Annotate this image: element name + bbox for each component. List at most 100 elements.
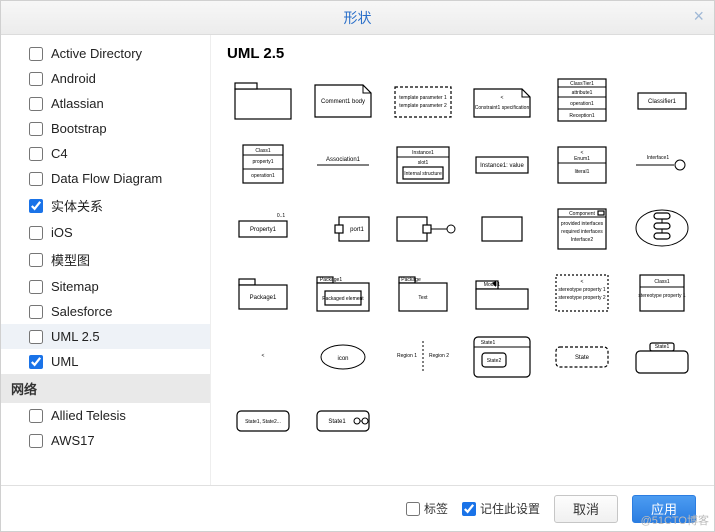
dialog-body: Active Directory Android AtlassianBootstra… — [1, 35, 714, 485]
sidebar-item-android[interactable]: Android — [1, 66, 210, 91]
shape-region[interactable]: Region 1Region 2 — [387, 328, 459, 384]
sidebar-checkbox[interactable] — [29, 226, 43, 240]
shape-component[interactable]: Componentprovided interfacesrequired int… — [546, 200, 618, 256]
sidebar-item-allied-telesis[interactable]: Allied Telesis — [1, 403, 210, 428]
sidebar-checkbox[interactable] — [29, 72, 43, 86]
shape-template-params[interactable]: template parameter 1template parameter 2 — [387, 72, 459, 128]
svg-text:Interface2: Interface2 — [571, 237, 593, 243]
svg-text:<>: <> — [501, 95, 504, 101]
sidebar-checkbox[interactable] — [29, 172, 43, 186]
shape-state-tab[interactable]: State1 — [626, 328, 698, 384]
svg-text:port1: port1 — [350, 227, 364, 233]
remember-text: 记住此设置 — [480, 500, 540, 517]
shape-package-nested[interactable]: Package1Packaged element — [307, 264, 379, 320]
svg-text:Comment1 body: Comment1 body — [321, 99, 365, 105]
svg-text:Package1: Package1 — [250, 295, 277, 301]
sidebar-checkbox[interactable] — [29, 122, 43, 136]
sidebar-item-c4[interactable]: C4 — [1, 141, 210, 166]
sidebar-checkbox[interactable] — [29, 330, 43, 344]
shape-constraint[interactable]: <>Constraint1 specification — [467, 72, 539, 128]
sidebar-item-data-flow-diagram[interactable]: Data Flow Diagram — [1, 166, 210, 191]
sidebar-checkbox[interactable] — [29, 409, 43, 423]
svg-text:Model1: Model1 — [484, 282, 501, 288]
shape-port-conn[interactable] — [387, 200, 459, 256]
shape-state-link[interactable]: State1 — [307, 392, 379, 448]
sidebar-item-label: Android — [51, 71, 96, 86]
shape-simple-rect[interactable] — [467, 200, 539, 256]
sidebar-item-active-directory[interactable]: Active Directory — [1, 41, 210, 66]
shape-package1[interactable]: Package1 — [227, 264, 299, 320]
svg-text:Package: Package — [401, 277, 421, 283]
svg-text:provided interfaces: provided interfaces — [561, 221, 604, 227]
sidebar-checkbox[interactable] — [29, 199, 43, 213]
shape-class-stereo[interactable]: Class1 stereotype property 1 — [626, 264, 698, 320]
shape-flow-oval[interactable] — [626, 200, 698, 256]
svg-text:State: State — [575, 355, 590, 361]
shape-preview-pane: UML 2.5 Comment1 bodytemplate parameter … — [211, 35, 714, 485]
shape-instance-value[interactable]: Instance1: value — [467, 136, 539, 192]
shape-enumeration[interactable]: <>Enum1literal1 — [546, 136, 618, 192]
shape-category-list[interactable]: Active Directory Android AtlassianBootstra… — [1, 35, 211, 485]
sidebar-item--[interactable]: 实体关系 — [1, 191, 210, 220]
svg-text:State1: State1 — [328, 419, 346, 425]
svg-text:Package1: Package1 — [320, 277, 342, 283]
sidebar-item-atlassian[interactable]: Atlassian — [1, 91, 210, 116]
svg-text:template parameter 1: template parameter 1 — [399, 95, 447, 101]
shape-package-test[interactable]: PackageText — [387, 264, 459, 320]
sidebar-checkbox[interactable] — [29, 434, 43, 448]
svg-text:Class1: Class1 — [654, 279, 670, 285]
shape-comment-note[interactable]: Comment1 body — [307, 72, 379, 128]
sidebar-item-label: Sitemap — [51, 279, 99, 294]
shape-model[interactable]: Model1 — [467, 264, 539, 320]
apply-button[interactable]: 应用 — [632, 495, 696, 523]
svg-text:stereotype property 1: stereotype property 1 — [638, 293, 685, 299]
sidebar-item-uml[interactable]: UML — [1, 349, 210, 374]
sidebar-item-uml-2-5[interactable]: UML 2.5 — [1, 324, 210, 349]
labels-toggle[interactable]: 标签 — [406, 500, 448, 517]
shape-stereotype-props[interactable]: <>stereotype property 1stereotype proper… — [546, 264, 618, 320]
sidebar-checkbox[interactable] — [29, 147, 43, 161]
shapes-dialog: 形状 × Active DirectoryAndroidAtlassianBoo… — [0, 0, 715, 532]
shape-icon-oval[interactable]: icon — [307, 328, 379, 384]
sidebar-item-label: Data Flow Diagram — [51, 171, 162, 186]
sidebar-item-label: C4 — [51, 146, 68, 161]
sidebar-checkbox[interactable] — [29, 355, 43, 369]
svg-text:required interfaces: required interfaces — [562, 229, 604, 235]
shape-package-folder[interactable] — [227, 72, 299, 128]
sidebar-item-label: Allied Telesis — [51, 408, 126, 423]
sidebar-checkbox[interactable] — [29, 305, 43, 319]
sidebar-checkbox[interactable] — [29, 47, 43, 61]
sidebar-item-salesforce[interactable]: Salesforce — [1, 299, 210, 324]
sidebar-checkbox[interactable] — [29, 253, 43, 267]
cancel-button[interactable]: 取消 — [554, 495, 618, 523]
labels-checkbox[interactable] — [406, 502, 420, 516]
sidebar-item-ios[interactable]: iOS — [1, 220, 210, 245]
sidebar-item-label: AWS17 — [51, 433, 95, 448]
shape-class-full[interactable]: ClassTier1attribute1operation1Reception1 — [546, 72, 618, 128]
shape-stereotype-line[interactable]: <> — [227, 328, 299, 384]
shape-association[interactable]: Association1 — [307, 136, 379, 192]
sidebar-item-sitemap[interactable]: Sitemap — [1, 274, 210, 299]
shape-instance-struct[interactable]: Instance1slot1Internal structure — [387, 136, 459, 192]
sidebar-checkbox[interactable] — [29, 280, 43, 294]
sidebar-checkbox[interactable] — [29, 97, 43, 111]
sidebar-item--[interactable]: 模型图 — [1, 245, 210, 274]
shape-state-dashed[interactable]: State — [546, 328, 618, 384]
close-icon[interactable]: × — [693, 7, 704, 25]
sidebar-item-bootstrap[interactable]: Bootstrap — [1, 116, 210, 141]
shape-state-sub[interactable]: State1, State2... — [227, 392, 299, 448]
sidebar-item-label: UML — [51, 354, 78, 369]
svg-text:State1: State1 — [655, 344, 670, 350]
shape-property[interactable]: Property10..1 — [227, 200, 299, 256]
remember-toggle[interactable]: 记住此设置 — [462, 500, 540, 517]
shape-state-composite[interactable]: State1State2 — [467, 328, 539, 384]
svg-text:Reception1: Reception1 — [570, 113, 596, 119]
shape-classifier[interactable]: Classifier1 — [626, 72, 698, 128]
svg-text:State1: State1 — [481, 340, 496, 346]
shape-class-attrs[interactable]: Class1property1operation1 — [227, 136, 299, 192]
shape-port[interactable]: port1 — [307, 200, 379, 256]
sidebar-item-label: iOS — [51, 225, 73, 240]
shape-interface-lollipop[interactable]: Interface1 — [626, 136, 698, 192]
sidebar-item-aws17[interactable]: AWS17 — [1, 428, 210, 453]
remember-checkbox[interactable] — [462, 502, 476, 516]
